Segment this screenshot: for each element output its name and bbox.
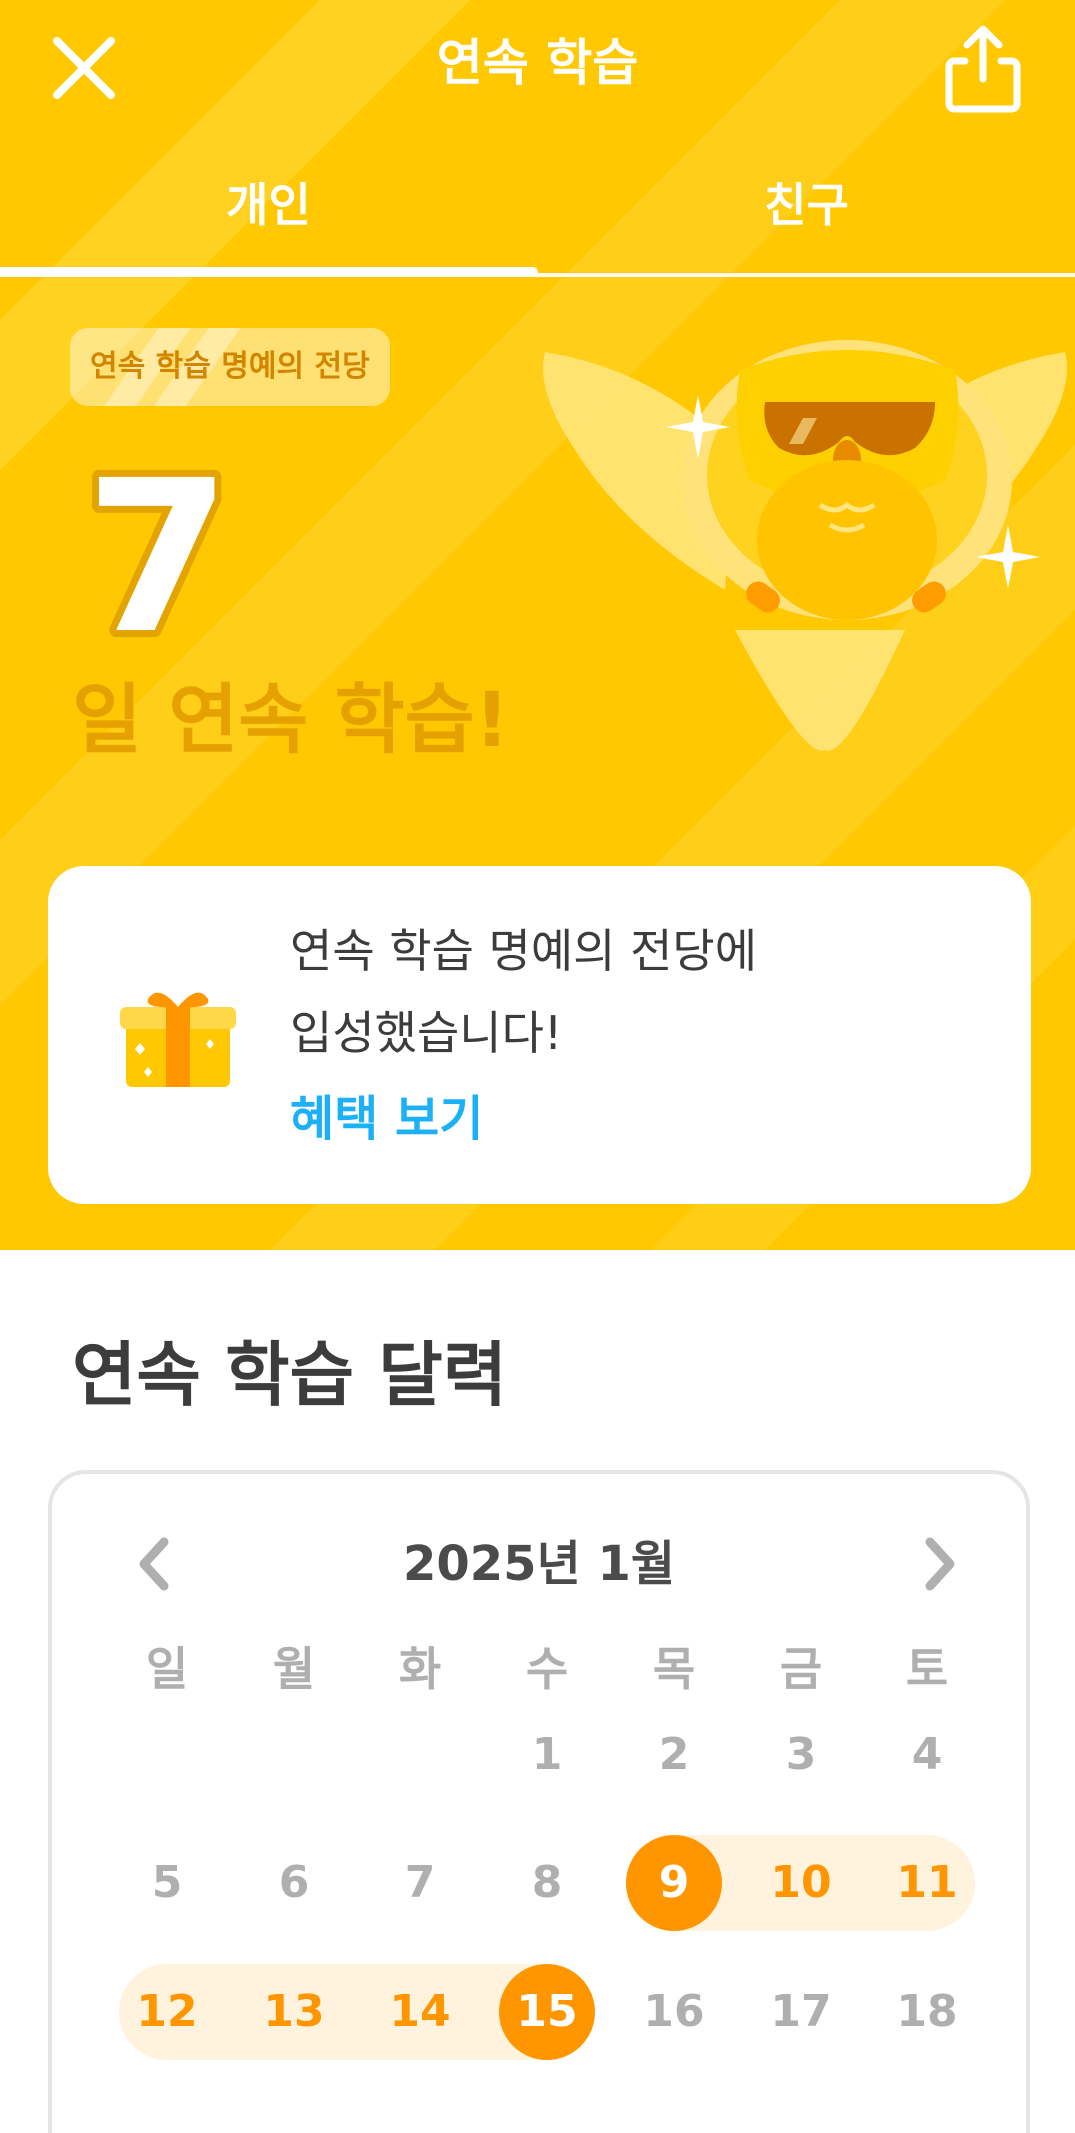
streak-caption: 일 연속 학습! [72,675,510,764]
view-benefits-link[interactable]: 혜택 보기 [290,1084,483,1154]
calendar-day-streak[interactable]: 15 [484,1964,610,2060]
calendar-day-streak[interactable]: 14 [357,1964,483,2060]
calendar-day[interactable]: 2 [611,1707,737,1803]
calendar-day-streak[interactable]: 12 [104,1964,230,2060]
tab-bar: 개인 친구 [0,170,1075,280]
page-title: 연속 학습 [436,34,639,92]
calendar-section-title: 연속 학습 달력 [72,1334,508,1416]
calendar-day[interactable]: 5 [104,1835,230,1931]
weekday-label: 화 [398,1642,442,1696]
calendar-day[interactable]: 8 [484,1835,610,1931]
calendar-day[interactable]: 18 [864,1964,990,2060]
badge-label: 연속 학습 명예의 전당 [90,349,370,384]
top-bar: 연속 학습 [0,0,1075,130]
hall-of-fame-reward-card: 연속 학습 명예의 전당에 입성했습니다! 혜택 보기 [48,866,1031,1204]
streak-calendar: 2025년 1월 일월화수목금토 1 2 3 4 5 6 7 8 9 10 11 12 13 14 15 16… [48,1470,1030,2133]
tab-friends[interactable]: 친구 [538,170,1075,278]
weekday-label: 목 [652,1642,696,1696]
active-tab-indicator [0,267,538,277]
share-icon [945,25,1021,113]
streak-screen: 연속 학습 개인 친구 연속 학습 명예의 전당 7 일 연속 학습! 연속 학… [0,0,1075,2133]
hall-of-fame-badge: 연속 학습 명예의 전당 [70,328,390,406]
streak-count-text: 7 [85,435,231,660]
streak-count: 7 [78,430,238,660]
calendar-day[interactable]: 1 [484,1707,610,1803]
weekday-label: 토 [905,1642,949,1696]
weekday-label: 금 [779,1642,823,1696]
calendar-day[interactable]: 4 [864,1707,990,1803]
calendar-day[interactable]: 3 [738,1707,864,1803]
reward-message-line: 연속 학습 명예의 전당에 [290,924,758,978]
calendar-day[interactable]: 7 [357,1835,483,1931]
calendar-day[interactable]: 17 [738,1964,864,2060]
next-month-button[interactable] [900,1524,980,1604]
weekday-label: 일 [145,1642,189,1696]
weekday-label: 월 [272,1642,316,1696]
calendar-day-streak[interactable]: 13 [231,1964,357,2060]
share-button[interactable] [938,18,1028,118]
calendar-day[interactable]: 6 [231,1835,357,1931]
calendar-month-label: 2025년 1월 [402,1536,676,1592]
gift-icon [120,992,236,1087]
calendar-day-streak[interactable]: 10 [738,1835,864,1931]
weekday-label: 수 [525,1642,569,1696]
tab-personal[interactable]: 개인 [0,170,537,278]
calendar-day-streak[interactable]: 9 [611,1835,737,1931]
streak-hero: 연속 학습 개인 친구 연속 학습 명예의 전당 7 일 연속 학습! 연속 학… [0,0,1075,1250]
owl-with-sunglasses-icon [543,340,1067,751]
reward-message: 연속 학습 명예의 전당에 입성했습니다! [290,910,990,1074]
chevron-right-icon [925,1537,955,1591]
reward-message-line: 입성했습니다! [290,1006,563,1060]
calendar-day[interactable]: 16 [611,1964,737,2060]
calendar-day-streak[interactable]: 11 [864,1835,990,1931]
